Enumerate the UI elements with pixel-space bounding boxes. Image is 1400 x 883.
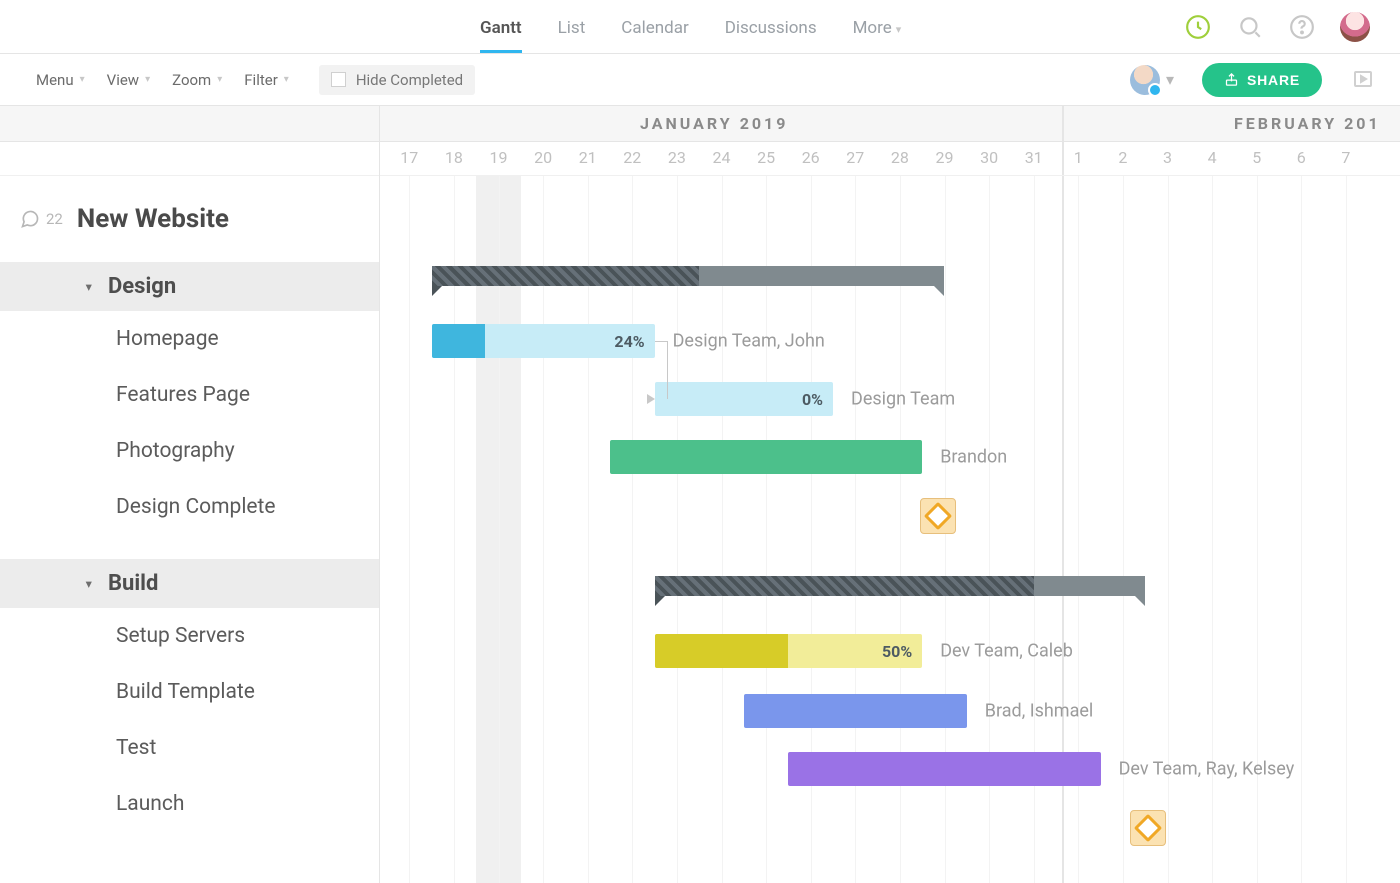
assignee-label: Design Team, John [673,331,825,352]
share-icon [1224,72,1239,87]
day-label: 6 [1279,148,1324,167]
task-row[interactable]: Design Complete [0,479,379,535]
month-header: JANUARY 2019 FEBRUARY 201 [380,106,1400,142]
day-header: 1718192021222324252627282930311234567 [380,142,1400,176]
presentation-icon[interactable] [1350,67,1376,93]
filter-dropdown[interactable]: Filter▾ [238,67,295,93]
share-button[interactable]: SHARE [1202,63,1322,97]
search-icon[interactable] [1236,13,1264,41]
view-tabs: Gantt List Calendar Discussions More▾ [480,2,901,52]
day-label: 26 [788,148,833,167]
chevron-down-icon: ▾ [217,74,222,85]
task-row[interactable]: Homepage [0,311,379,367]
task-sidebar: 22 New Website ▾ Design Homepage Feature… [0,106,380,883]
summary-bar[interactable] [432,266,945,286]
day-label: 4 [1190,148,1235,167]
group-header-build[interactable]: ▾ Build [0,559,379,608]
progress-percent: 0% [802,390,823,409]
triangle-down-icon: ▾ [86,577,92,590]
assignee-label: Brandon [940,447,1007,468]
hide-completed-toggle[interactable]: Hide Completed [319,65,475,95]
dependency-arrow-icon [647,394,655,404]
zoom-dropdown[interactable]: Zoom▾ [166,67,228,93]
day-label: 27 [833,148,878,167]
task-bar[interactable] [788,752,1100,786]
day-label: 21 [565,148,610,167]
comments-indicator[interactable]: 22 [20,209,63,229]
project-title: New Website [77,204,229,234]
toolbar: Menu▾ View▾ Zoom▾ Filter▾ Hide Completed… [0,54,1400,106]
assignee-label: Brad, Ishmael [985,701,1094,722]
day-label: 31 [1011,148,1056,167]
day-label: 1 [1056,148,1101,167]
menu-dropdown[interactable]: Menu▾ [30,67,91,93]
checkbox-icon [331,72,346,87]
top-tab-bar: Gantt List Calendar Discussions More▾ [0,0,1400,54]
progress-percent: 50% [882,642,912,661]
chevron-down-icon: ▾ [80,74,85,85]
day-label: 24 [699,148,744,167]
avatar [1130,65,1160,95]
day-label: 25 [744,148,789,167]
milestone-marker[interactable] [1130,810,1166,846]
avatar[interactable] [1340,12,1370,42]
tab-gantt[interactable]: Gantt [480,2,522,52]
gantt-timeline[interactable]: JANUARY 2019 FEBRUARY 201 17181920212223… [380,106,1400,883]
task-bar[interactable]: 0% [655,382,833,416]
day-label: 18 [432,148,477,167]
task-row[interactable]: Launch [0,776,379,832]
triangle-down-icon: ▾ [86,280,92,293]
task-row[interactable]: Features Page [0,367,379,423]
task-row[interactable]: Photography [0,423,379,479]
day-label: 19 [476,148,521,167]
clock-icon[interactable] [1184,13,1212,41]
month-label: FEBRUARY 201 [1234,114,1381,133]
task-row[interactable]: Setup Servers [0,608,379,664]
chevron-down-icon: ▾ [1166,70,1174,89]
summary-bar[interactable] [655,576,1146,596]
task-row[interactable]: Test [0,720,379,776]
month-label: JANUARY 2019 [640,114,788,133]
project-title-row[interactable]: 22 New Website [0,176,379,262]
assignee-label: Dev Team, Ray, Kelsey [1119,759,1295,780]
tab-calendar[interactable]: Calendar [621,2,688,52]
tab-list[interactable]: List [558,2,586,52]
tab-discussions[interactable]: Discussions [725,2,817,52]
day-label: 22 [610,148,655,167]
task-bar[interactable] [610,440,922,474]
tab-more[interactable]: More▾ [853,2,902,52]
day-label: 3 [1145,148,1190,167]
milestone-marker[interactable] [920,498,956,534]
chevron-down-icon: ▾ [284,74,289,85]
chevron-down-icon: ▾ [896,23,902,36]
day-label: 28 [878,148,923,167]
help-icon[interactable] [1288,13,1316,41]
day-label: 30 [967,148,1012,167]
day-label: 20 [521,148,566,167]
day-label: 7 [1324,148,1369,167]
day-label: 17 [387,148,432,167]
task-row[interactable]: Build Template [0,664,379,720]
day-label: 2 [1101,148,1146,167]
assignee-label: Dev Team, Caleb [940,641,1073,662]
day-label: 5 [1234,148,1279,167]
day-label: 23 [655,148,700,167]
task-bar[interactable]: 24% [432,324,655,358]
day-label: 29 [922,148,967,167]
group-header-design[interactable]: ▾ Design [0,262,379,311]
chevron-down-icon: ▾ [145,74,150,85]
task-bar[interactable] [744,694,967,728]
view-dropdown[interactable]: View▾ [101,67,156,93]
task-bar[interactable]: 50% [655,634,923,668]
comment-icon [20,209,40,229]
assignee-filter-dropdown[interactable]: ▾ [1130,65,1174,95]
progress-percent: 24% [614,332,644,351]
assignee-label: Design Team [851,389,955,410]
